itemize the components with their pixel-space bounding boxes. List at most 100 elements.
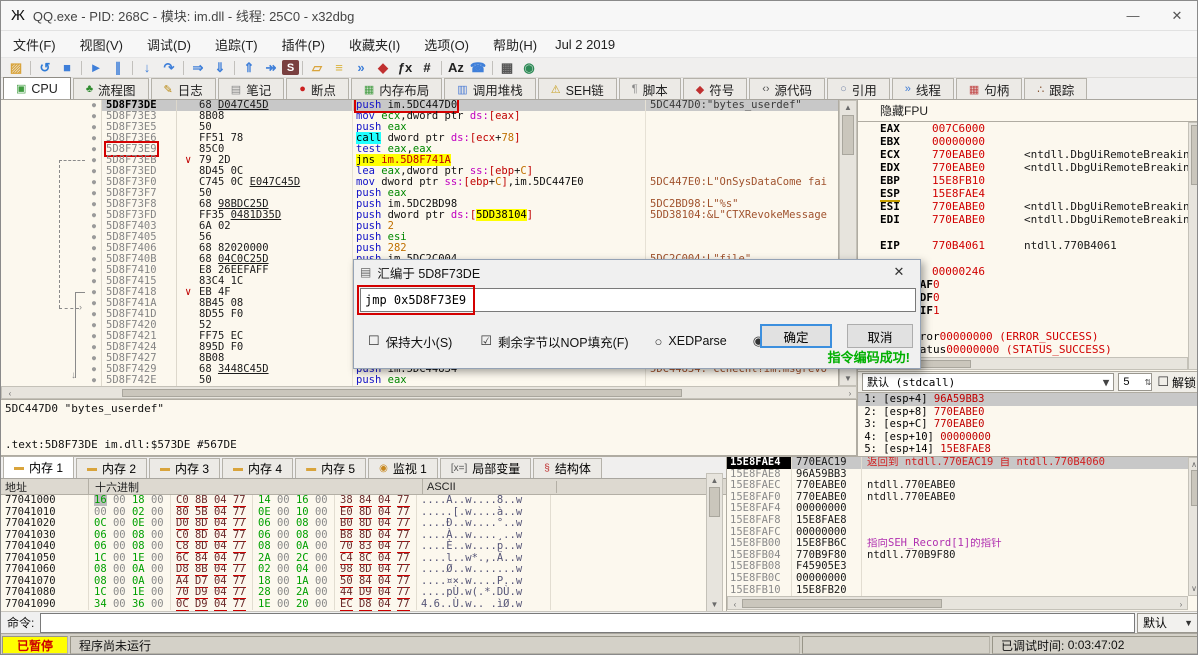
argument-row[interactable]: 2: [esp+8] 770EABE0 xyxy=(858,406,1197,419)
dump-tab-struct[interactable]: § 结构体 xyxy=(533,458,602,478)
dump-tab-memory[interactable]: ▬ 内存 3 xyxy=(149,458,221,478)
tab-script[interactable]: ¶ 脚本 xyxy=(618,78,681,99)
menu-item-o[interactable]: 选项(O) xyxy=(412,31,481,58)
register-row[interactable]: ESP 15E8FAE4 xyxy=(858,187,1188,202)
stack-row[interactable]: 15E8FAF8 15E8FAE8 xyxy=(727,514,1188,527)
menu-item-d[interactable]: 调试(D) xyxy=(135,31,203,58)
breakpoint-dot-icon[interactable]: ● xyxy=(87,254,101,265)
pause-icon[interactable]: ∥ xyxy=(107,59,129,77)
tab-handles[interactable]: ▦ 句柄 xyxy=(955,78,1023,99)
breakpoint-dot-icon[interactable]: ● xyxy=(87,122,101,133)
patch-icon[interactable]: ▱ xyxy=(306,59,328,77)
tab-notes[interactable]: ▤ 笔记 xyxy=(217,78,285,99)
dump-tab-watch[interactable]: ◉ 监视 1 xyxy=(368,458,438,478)
tab-symbols[interactable]: ◆ 符号 xyxy=(682,78,748,99)
tab-trace[interactable]: ∴ 跟踪 xyxy=(1024,78,1088,99)
register-row[interactable]: ECX 770EABE0 <ntdll.DbgUiRemoteBreakin> xyxy=(858,148,1188,161)
breakpoint-dot-icon[interactable]: ● xyxy=(87,166,101,177)
breakpoint-dot-icon[interactable]: ● xyxy=(87,320,101,331)
breakpoint-dot-icon[interactable]: ● xyxy=(87,133,101,144)
argument-row[interactable]: 4: [esp+10] 00000000 xyxy=(858,431,1197,444)
arg-count-stepper[interactable]: 5 ⇅ xyxy=(1118,373,1153,391)
tab-memory-map[interactable]: ▦ 内存布局 xyxy=(350,78,443,99)
tab-log[interactable]: ✎ 日志 xyxy=(150,78,216,99)
breakpoint-dot-icon[interactable]: ● xyxy=(87,243,101,254)
dump-vscrollbar[interactable]: ▲ ▼ xyxy=(706,473,723,612)
step-over-icon[interactable]: ↷ xyxy=(158,59,180,77)
tab-source[interactable]: ‹› 源代码 xyxy=(749,78,826,99)
menu-item-v[interactable]: 视图(V) xyxy=(68,31,135,58)
breakpoint-dot-icon[interactable]: ● xyxy=(87,221,101,232)
tab-call-stack[interactable]: ▥ 调用堆栈 xyxy=(444,78,536,99)
labels-icon[interactable]: » xyxy=(350,59,372,77)
tab-threads[interactable]: » 线程 xyxy=(891,78,954,99)
dump-tab-memory[interactable]: ▬ 内存 5 xyxy=(295,458,367,478)
breakpoint-dot-icon[interactable]: ● xyxy=(87,375,101,386)
disasm-hscrollbar[interactable]: ‹ › xyxy=(1,386,857,399)
breakpoint-dot-icon[interactable]: ● xyxy=(87,276,101,287)
memory-map-icon[interactable]: ≡ xyxy=(328,59,350,77)
register-row[interactable]: EBP 15E8FB10 xyxy=(858,174,1188,187)
stop-icon[interactable]: ■ xyxy=(56,59,78,77)
dump-tab-memory[interactable]: ▬ 内存 4 xyxy=(222,458,294,478)
breakpoint-dot-icon[interactable]: ● xyxy=(87,232,101,243)
tab-references[interactable]: ○ 引用 xyxy=(827,78,890,99)
strings-icon[interactable]: Az xyxy=(445,59,467,77)
breakpoint-dot-icon[interactable]: ● xyxy=(87,177,101,188)
dump-row[interactable]: 77041000 16 00 18 00 C0 8B 04 77 14 00 16 0… xyxy=(1,495,706,507)
attach-icon[interactable]: ↠ xyxy=(260,59,282,77)
dump-tab-locals[interactable]: [x=] 局部变量 xyxy=(439,458,532,478)
stack-row[interactable]: 15E8FAE4 770EAC19 返回到 ntdll.770EAC19 自 ntd… xyxy=(727,457,1188,469)
command-input[interactable] xyxy=(40,612,1135,633)
stack-row[interactable]: 15E8FB0C 00000000 xyxy=(727,572,1188,585)
register-row[interactable]: EAX 007C6000 xyxy=(858,122,1188,135)
tab-seh-chain[interactable]: ⚠ SEH链 xyxy=(537,78,617,99)
registers-vscrollbar[interactable] xyxy=(1188,122,1197,370)
run-to-cursor-icon[interactable]: ⇒ xyxy=(187,59,209,77)
stack-row[interactable]: 15E8FB00 15E8FB6C 指向SEH_Record[1]的指针 xyxy=(727,538,1188,550)
breakpoint-dot-icon[interactable]: ● xyxy=(87,331,101,342)
menu-item-h[interactable]: 帮助(H) xyxy=(481,31,549,58)
run-icon[interactable]: ► xyxy=(85,59,107,77)
calculator-icon[interactable]: ▦ xyxy=(496,59,518,77)
breakpoint-dot-icon[interactable]: ● xyxy=(87,287,101,298)
tab-breakpoint[interactable]: ● 断点 xyxy=(286,78,349,99)
mobile-icon[interactable]: ☎ xyxy=(467,59,489,77)
globe-icon[interactable]: ◉ xyxy=(518,59,540,77)
run-to-user-code-icon[interactable]: ⇑ xyxy=(238,59,260,77)
argument-row[interactable]: 1: [esp+4] 96A59BB3 xyxy=(858,393,1197,406)
dump-row[interactable]: 77041020 0C 00 0E 00 D0 8D 04 77 06 00 08 0… xyxy=(1,517,706,530)
ok-button[interactable]: 确定 xyxy=(760,324,832,348)
argument-row[interactable]: 3: [esp+C] 770EABE0 xyxy=(858,418,1197,431)
menu-item-f[interactable]: 文件(F) xyxy=(1,31,68,58)
register-row[interactable]: EDI 770EABE0 <ntdll.DbgUiRemoteBreakin> xyxy=(858,213,1188,226)
breakpoint-dot-icon[interactable]: ● xyxy=(87,309,101,320)
breakpoint-dot-icon[interactable]: ● xyxy=(87,155,101,166)
disasm-row[interactable]: ● 5D8F742E 50 push eax xyxy=(1,375,838,386)
keep-size-checkbox[interactable]: ☐ 保持大小(S) xyxy=(354,332,452,351)
convention-dropdown[interactable]: 默认 (stdcall) ▼ xyxy=(862,373,1115,391)
register-row[interactable]: EBX 00000000 xyxy=(858,135,1188,148)
argument-row[interactable]: 5: [esp+14] 15E8FAE8 xyxy=(858,443,1197,456)
command-profile-dropdown[interactable]: 默认 ▼ xyxy=(1137,612,1197,633)
breakpoint-dot-icon[interactable]: ● xyxy=(87,111,101,122)
breakpoint-dot-icon[interactable]: ● xyxy=(87,298,101,309)
breakpoint-dot-icon[interactable]: ● xyxy=(87,100,101,111)
dump-row[interactable]: 77041060 08 00 0A 00 D8 8B 04 77 02 00 04 0… xyxy=(1,563,706,576)
minimize-button[interactable]: — xyxy=(1111,1,1155,31)
open-file-icon[interactable]: ▨ xyxy=(5,59,27,77)
cancel-button[interactable]: 取消 xyxy=(847,324,913,348)
breakpoint-dot-icon[interactable]: ● xyxy=(87,353,101,364)
dump-row[interactable]: 77041080 1C 00 1E 00 70 D9 04 77 28 00 2A 0… xyxy=(1,586,706,599)
hash-icon[interactable]: # xyxy=(416,59,438,77)
breakpoint-dot-icon[interactable]: ● xyxy=(87,199,101,210)
hide-fpu-button[interactable]: 隐藏FPU xyxy=(858,100,1197,122)
dump-tab-memory[interactable]: ▬ 内存 1 xyxy=(3,456,75,478)
register-row[interactable]: EDX 770EABE0 <ntdll.DbgUiRemoteBreakin> xyxy=(858,161,1188,174)
dump-row[interactable]: 77041090 34 00 36 00 0C D9 04 77 1E 00 20 0… xyxy=(1,597,706,611)
nop-fill-checkbox[interactable]: ☑ 剩余字节以NOP填充(F) xyxy=(466,332,628,351)
restart-icon[interactable]: ↺ xyxy=(34,59,56,77)
close-button[interactable]: ✕ xyxy=(1155,1,1197,31)
menu-item-i[interactable]: 收藏夹(I) xyxy=(337,31,412,58)
dialog-close-button[interactable]: ✕ xyxy=(884,264,914,280)
